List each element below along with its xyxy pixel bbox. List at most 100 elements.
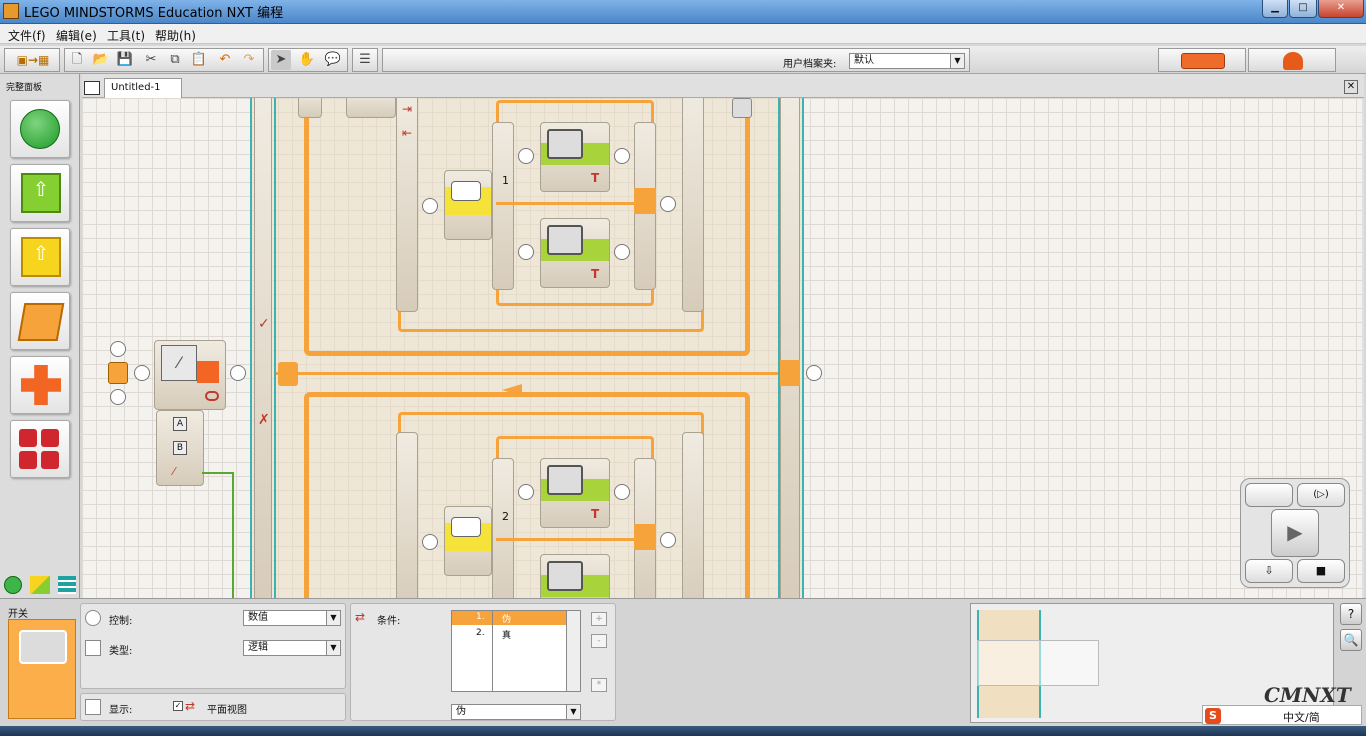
data-port[interactable]: [518, 484, 534, 500]
flat-view-checkbox[interactable]: ✓: [173, 701, 183, 711]
title-bar: LEGO MINDSTORMS Education NXT 编程 ▁ □ ✕: [0, 0, 1366, 24]
lower-inner-switch-left[interactable]: [492, 458, 514, 598]
program-start-icon[interactable]: [108, 362, 128, 384]
start-port-top[interactable]: [110, 341, 126, 357]
upper-inner-switch-left[interactable]: [492, 122, 514, 290]
comment-icon[interactable]: 💬: [323, 50, 343, 70]
common-palette-tab-icon[interactable]: [4, 576, 22, 594]
condition-value-select[interactable]: 伪 ▼: [451, 704, 581, 720]
conditions-list[interactable]: 1. 伪 2. 真: [451, 610, 581, 692]
paste-icon[interactable]: 📋: [189, 50, 209, 70]
display-block-4[interactable]: [540, 554, 610, 598]
palette-block-sensor[interactable]: ⇧: [10, 228, 70, 286]
profile-toolbar-group: 用户档案夹: 默认 ▼: [382, 48, 970, 72]
data-port[interactable]: [614, 244, 630, 260]
robot-educator-icon[interactable]: [1283, 52, 1303, 70]
data-port[interactable]: [422, 198, 438, 214]
nxt-download-icon[interactable]: ▣→▦: [7, 50, 59, 70]
undo-icon[interactable]: ↶: [215, 50, 235, 70]
help-icon[interactable]: ?: [1340, 603, 1362, 625]
full-palette-tab-icon[interactable]: [30, 576, 50, 594]
touch-sensor-block-1[interactable]: [444, 170, 492, 240]
default-condition-button[interactable]: *: [591, 678, 607, 692]
toolbar: ▣→▦ 🗋 📂 💾 ✂ ⧉ 📋 ↶ ↷ ➤ ✋ 💬 ☰ 用户档案夹: 默认 ▼: [0, 46, 1366, 74]
save-icon[interactable]: 💾: [115, 50, 135, 70]
cut-icon[interactable]: ✂: [141, 50, 161, 70]
magnifier-icon[interactable]: 🔍: [1340, 629, 1362, 651]
data-port[interactable]: [660, 532, 676, 548]
nxt-brick-icon[interactable]: [1181, 53, 1225, 69]
tab-label: Untitled-1: [111, 82, 161, 93]
sequence-end-port[interactable]: [806, 365, 822, 381]
menu-edit[interactable]: 编辑(e): [56, 27, 97, 44]
nxt-window-group: [1158, 48, 1246, 72]
sogou-icon[interactable]: S: [1205, 708, 1221, 724]
close-window-button[interactable]: ✕: [1318, 0, 1364, 18]
switch-left-column[interactable]: [254, 98, 272, 598]
sensor-arrow-icon: ⇧: [32, 241, 50, 265]
cross-icon: ✗: [258, 412, 270, 428]
remove-condition-button[interactable]: -: [591, 634, 607, 648]
switch-right-column[interactable]: [780, 98, 800, 598]
data-port[interactable]: [230, 365, 246, 381]
taskbar: [0, 726, 1366, 736]
data-port[interactable]: [134, 365, 150, 381]
data-port[interactable]: [518, 148, 534, 164]
minimize-button[interactable]: ▁: [1262, 0, 1288, 18]
text-mode-icon: T: [591, 171, 600, 185]
menu-tools[interactable]: 工具(t): [107, 27, 145, 44]
grid-icon-a: [19, 429, 37, 447]
data-port[interactable]: [422, 534, 438, 550]
redo-icon[interactable]: ↷: [239, 50, 259, 70]
palette-block-advanced[interactable]: [10, 420, 70, 478]
logic-block[interactable]: ⁄: [154, 340, 226, 410]
list-icon[interactable]: ☰: [355, 50, 375, 70]
display-block-3[interactable]: T: [540, 458, 610, 528]
mini-map-viewport[interactable]: [977, 640, 1099, 686]
new-file-icon[interactable]: 🗋: [67, 50, 87, 70]
data-port[interactable]: [614, 484, 630, 500]
download-run-selected-button[interactable]: (▷): [1297, 483, 1345, 507]
start-port-bottom[interactable]: [110, 389, 126, 405]
tab-untitled-1[interactable]: Untitled-1: [104, 78, 182, 98]
switch-inner-left-edge: [274, 98, 276, 598]
download-run-button[interactable]: ▶: [1271, 509, 1319, 557]
stop-button[interactable]: ■: [1297, 559, 1345, 583]
nxt-window-button[interactable]: [1245, 483, 1293, 507]
loop-config-icon[interactable]: [732, 98, 752, 118]
custom-palette-tab-icon[interactable]: [58, 576, 76, 594]
open-folder-icon[interactable]: 📂: [91, 50, 111, 70]
menu-help[interactable]: 帮助(h): [155, 27, 196, 44]
control-select-value: 数值: [248, 612, 268, 623]
palette-block-flow[interactable]: [10, 292, 70, 350]
display-block-1[interactable]: T: [540, 122, 610, 192]
close-tab-icon[interactable]: ✕: [1344, 80, 1358, 94]
control-select[interactable]: 数值 ▼: [243, 610, 341, 626]
data-port[interactable]: [518, 244, 534, 260]
data-port[interactable]: [614, 148, 630, 164]
logic-data-hub[interactable]: A B ⁄: [156, 410, 204, 486]
lower-loop-left-column[interactable]: [396, 432, 418, 598]
touch-sensor-block-2[interactable]: [444, 506, 492, 576]
display-block-2[interactable]: T: [540, 218, 610, 288]
upper-loop-right-column[interactable]: [682, 98, 704, 312]
type-select[interactable]: 逻辑 ▼: [243, 640, 341, 656]
pan-hand-icon[interactable]: ✋: [297, 50, 317, 70]
conditions-panel: ⇄ 条件: 1. 伪 2. 真 + - * 伪 ▼: [350, 603, 616, 721]
lower-loop-right-column[interactable]: [682, 432, 704, 598]
list-scrollbar[interactable]: [566, 611, 580, 691]
palette-block-action[interactable]: ⇧: [10, 164, 70, 222]
condition-num-1: 1.: [476, 612, 485, 622]
palette-block-common[interactable]: [10, 100, 70, 158]
add-condition-button[interactable]: +: [591, 612, 607, 626]
menu-file[interactable]: 文件(f): [8, 27, 46, 44]
text-mode-icon: T: [591, 267, 600, 281]
palette-block-data[interactable]: [10, 356, 70, 414]
download-button[interactable]: ⇩: [1245, 559, 1293, 583]
copy-icon[interactable]: ⧉: [165, 50, 185, 70]
profile-select[interactable]: 默认 ▼: [849, 53, 965, 69]
pointer-icon[interactable]: ➤: [271, 50, 291, 70]
data-port[interactable]: [660, 196, 676, 212]
chevron-down-icon: ▼: [326, 611, 340, 625]
maximize-button[interactable]: □: [1289, 0, 1317, 18]
